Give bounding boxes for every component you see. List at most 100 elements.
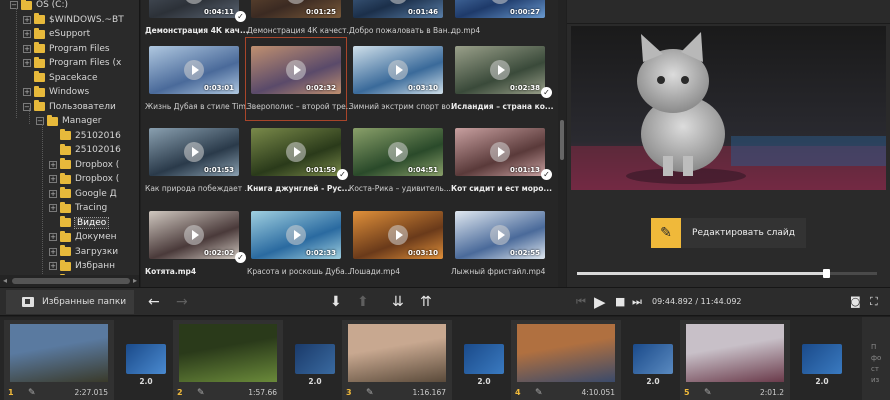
expand-toggle[interactable]: + bbox=[49, 160, 57, 169]
expand-toggle[interactable]: + bbox=[23, 44, 31, 53]
edit-slide-button[interactable]: ✎ Редактировать слайд bbox=[651, 218, 806, 248]
tree-item[interactable]: + Dropbox ( bbox=[49, 172, 119, 186]
play-icon[interactable] bbox=[184, 142, 204, 162]
play-icon[interactable]: ▶ bbox=[594, 292, 606, 312]
play-icon[interactable] bbox=[286, 225, 306, 245]
tree-item[interactable]: − Пользователи bbox=[23, 100, 116, 114]
tree-item[interactable]: − Manager bbox=[36, 114, 101, 128]
transition-tile[interactable]: 2.0 bbox=[625, 320, 681, 400]
media-tile[interactable]: 0:03:10 Лошади.mp4 bbox=[347, 211, 448, 279]
play-icon[interactable] bbox=[286, 60, 306, 80]
media-tile[interactable]: 0:02:55 Лыжный фристайл.mp4 bbox=[449, 211, 550, 279]
tree-item[interactable]: 25102016 bbox=[49, 143, 121, 157]
pencil-icon[interactable]: ✎ bbox=[535, 388, 543, 398]
timeline-slide[interactable]: 3 ✎ 1:16.167 bbox=[342, 320, 452, 400]
transition-tile[interactable]: 2.0 bbox=[456, 320, 512, 400]
media-tile[interactable]: 0:01:46 Добро пожаловать в Ван... bbox=[347, 0, 453, 38]
play-icon[interactable] bbox=[184, 60, 204, 80]
play-icon[interactable] bbox=[388, 225, 408, 245]
media-tile[interactable]: 0:02:38 ✓ Исландия – страна ко... bbox=[449, 46, 553, 114]
play-icon[interactable] bbox=[490, 0, 510, 4]
pencil-icon[interactable]: ✎ bbox=[366, 388, 374, 398]
expand-toggle[interactable]: + bbox=[49, 175, 57, 183]
transition-tile[interactable]: 2.0 bbox=[118, 320, 174, 400]
play-icon[interactable] bbox=[490, 142, 510, 162]
play-icon[interactable] bbox=[286, 0, 306, 4]
expand-toggle[interactable]: + bbox=[49, 204, 57, 212]
skip-back-icon[interactable]: ⏮ bbox=[576, 292, 586, 312]
tree-item[interactable]: Видео bbox=[49, 216, 110, 230]
media-tile[interactable]: 0:00:27 др.mp4 bbox=[449, 0, 550, 38]
play-icon[interactable] bbox=[388, 0, 408, 4]
fullscreen-icon[interactable]: ⛶ bbox=[870, 292, 878, 312]
arrow-up-icon[interactable]: ⬆ bbox=[357, 292, 369, 312]
snapshot-icon[interactable]: ◙ bbox=[850, 292, 861, 312]
play-icon[interactable] bbox=[286, 142, 306, 162]
tree-item[interactable]: + Program Files bbox=[23, 42, 110, 56]
expand-toggle[interactable]: + bbox=[23, 15, 31, 24]
stop-icon[interactable]: ■ bbox=[615, 292, 625, 312]
media-tile[interactable]: 0:02:02 ✓ Котята.mp4 bbox=[143, 211, 246, 279]
transition-tile[interactable]: 2.0 bbox=[794, 320, 850, 400]
timeline-slide[interactable]: 2 ✎ 1:57.66 bbox=[173, 320, 283, 400]
arrow-left-icon[interactable]: ← bbox=[148, 292, 160, 312]
arrow-down-icon[interactable]: ⬇ bbox=[330, 292, 342, 312]
play-icon[interactable] bbox=[388, 142, 408, 162]
pencil-icon[interactable]: ✎ bbox=[704, 388, 712, 398]
skip-forward-icon[interactable]: ⏭ bbox=[632, 292, 642, 312]
add-all-down-icon[interactable]: ⇊ bbox=[392, 292, 404, 312]
expand-toggle[interactable]: + bbox=[49, 233, 57, 241]
grid-scrollbar[interactable] bbox=[558, 0, 566, 287]
tree-item[interactable]: + $WINDOWS.~BT bbox=[23, 13, 124, 27]
tree-item[interactable]: + Загрузки bbox=[49, 245, 118, 259]
media-grid[interactable]: 0:04:11 ✓ Демонстрация 4К кач... 0:01:25 Дем… bbox=[141, 0, 566, 287]
arrow-right-icon[interactable]: → bbox=[176, 292, 188, 312]
play-icon[interactable] bbox=[490, 60, 510, 80]
tree-item[interactable]: + Избранн bbox=[49, 259, 115, 273]
expand-toggle[interactable]: + bbox=[49, 189, 57, 198]
media-tile[interactable]: 0:04:51 Коста-Рика – удивитель... bbox=[347, 128, 451, 196]
slide-timeline[interactable]: Пфо ст из 1 ✎ 2:27.015 2 ✎ 1:57.66 3 ✎ 1:16.167 4 ✎ 4… bbox=[0, 317, 890, 400]
play-icon[interactable] bbox=[490, 225, 510, 245]
tree-item[interactable]: + Google Д bbox=[49, 187, 117, 201]
play-icon[interactable] bbox=[184, 225, 204, 245]
scroll-left-icon[interactable]: ◂ bbox=[3, 276, 7, 285]
tree-item[interactable]: − OS (C:) bbox=[10, 0, 68, 12]
tree-item[interactable]: + eSupport bbox=[23, 27, 90, 41]
pencil-icon[interactable]: ✎ bbox=[197, 388, 205, 398]
expand-toggle[interactable]: + bbox=[49, 247, 57, 256]
folder-tree[interactable]: − OS (C:) + $WINDOWS.~BT + eSupport + Program F… bbox=[0, 0, 140, 287]
tree-item[interactable]: Spacekace bbox=[23, 71, 97, 85]
media-tile[interactable]: 0:02:32 Зверополис – второй тре... bbox=[245, 37, 351, 121]
media-tile[interactable]: 0:04:11 ✓ Демонстрация 4К кач... bbox=[143, 0, 249, 38]
tree-item[interactable]: + Windows bbox=[23, 85, 89, 99]
media-tile[interactable]: 0:01:13 ✓ Кот сидит и ест моро... bbox=[449, 128, 552, 196]
transition-tile[interactable]: 2.0 bbox=[287, 320, 343, 400]
seek-bar[interactable] bbox=[577, 269, 877, 278]
favorite-folders-button[interactable]: Избранные папки bbox=[6, 290, 134, 314]
media-tile[interactable]: 0:03:01 Жизнь Дубая в стиле Tim... bbox=[143, 46, 249, 114]
timeline-slide[interactable]: 5 ✎ 2:01.2 bbox=[680, 320, 790, 400]
media-tile[interactable]: 0:01:25 Демонстрация 4К качест... bbox=[245, 0, 351, 38]
pencil-icon[interactable]: ✎ bbox=[28, 388, 36, 398]
expand-toggle[interactable]: + bbox=[23, 59, 31, 67]
expand-toggle[interactable]: + bbox=[23, 88, 31, 96]
media-tile[interactable]: 0:02:33 Красота и роскошь Дуба... bbox=[245, 211, 351, 279]
media-tile[interactable]: 0:01:53 Как природа побеждает ... bbox=[143, 128, 249, 196]
timeline-slide[interactable]: 1 ✎ 2:27.015 bbox=[4, 320, 114, 400]
remove-all-up-icon[interactable]: ⇈ bbox=[420, 292, 432, 312]
tree-item[interactable]: + Program Files (x bbox=[23, 56, 121, 70]
expand-toggle[interactable]: + bbox=[23, 30, 31, 38]
tree-scrollbar[interactable]: ◂ ▸ bbox=[0, 275, 139, 287]
expand-toggle[interactable]: + bbox=[49, 262, 57, 270]
scroll-thumb[interactable] bbox=[560, 120, 564, 160]
seek-handle[interactable] bbox=[823, 269, 830, 278]
timeline-slide[interactable]: 4 ✎ 4:10.051 bbox=[511, 320, 621, 400]
scroll-right-icon[interactable]: ▸ bbox=[133, 276, 137, 285]
tree-item[interactable]: 25102016 bbox=[49, 129, 121, 143]
play-icon[interactable] bbox=[388, 60, 408, 80]
tree-item[interactable]: + Докумен bbox=[49, 230, 117, 244]
tree-item[interactable]: + Tracing bbox=[49, 201, 107, 215]
scroll-thumb[interactable] bbox=[12, 278, 130, 284]
tree-item[interactable]: + Dropbox ( bbox=[49, 158, 119, 172]
